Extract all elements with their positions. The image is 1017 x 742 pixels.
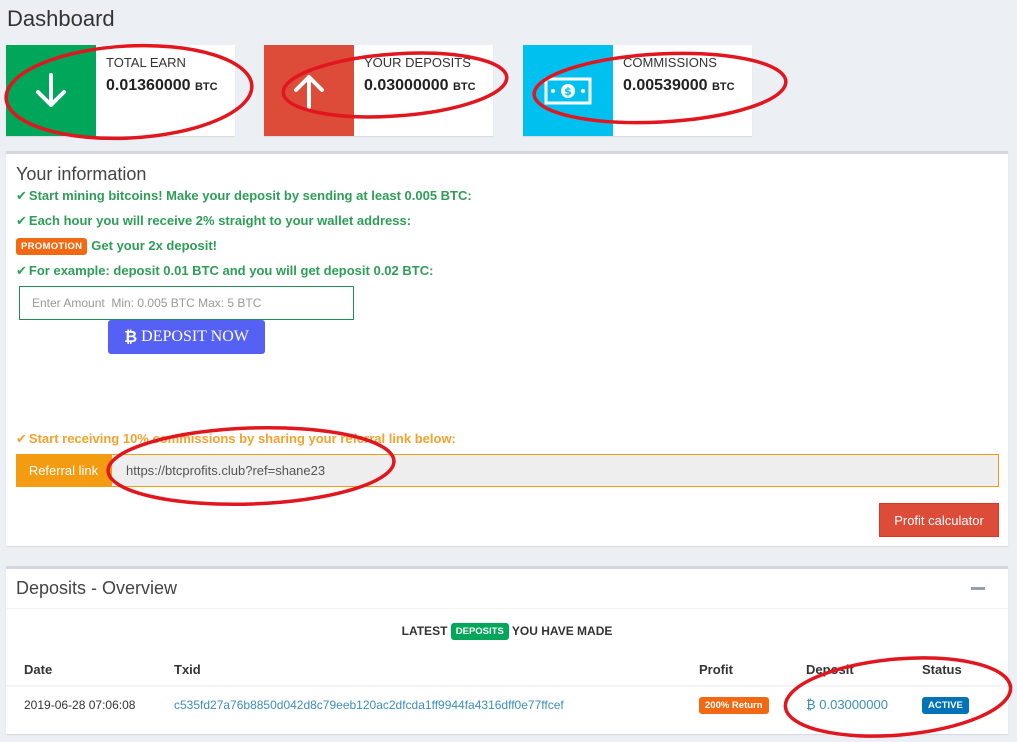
column-header-profit: Profit bbox=[691, 654, 798, 687]
cell-txid[interactable]: c535fd27a76b8850d042d8c79eeb120ac2dfcda1… bbox=[166, 686, 691, 723]
check-icon: ✔ bbox=[16, 263, 27, 278]
info-box-total-earn: TOTAL EARN 0.01360000 BTC bbox=[6, 45, 235, 136]
info-box-commissions: $ COMMISSIONS 0.00539000 BTC bbox=[523, 45, 752, 136]
info-box-label: YOUR DEPOSITS bbox=[364, 55, 471, 70]
txid-link[interactable]: c535fd27a76b8850d042d8c79eeb120ac2dfcda1… bbox=[174, 698, 564, 712]
referral-link-label: Referral link bbox=[16, 454, 111, 487]
panel-title: Deposits - Overview bbox=[16, 578, 178, 598]
cell-date: 2019-06-28 07:06:08 bbox=[24, 698, 136, 712]
deposits-overview-panel: Deposits - Overview LATEST DEPOSITS YOU … bbox=[6, 566, 1008, 734]
column-header-deposit: Deposit bbox=[798, 654, 914, 687]
referral-link-group: Referral link bbox=[16, 454, 999, 487]
deposits-panel-header: Deposits - Overview bbox=[6, 569, 1008, 609]
info-line-example: ✔ For example: deposit 0.01 BTC and you w… bbox=[16, 263, 434, 278]
arrow-up-icon bbox=[264, 45, 354, 136]
page-title: Dashboard bbox=[7, 6, 115, 31]
info-box-value: 0.01360000 BTC bbox=[106, 77, 218, 94]
bitcoin-icon: ₿ bbox=[124, 327, 138, 346]
info-box-value: 0.03000000 BTC bbox=[364, 77, 476, 94]
info-box-value: 0.00539000 BTC bbox=[623, 77, 735, 94]
referral-link-input[interactable] bbox=[111, 454, 999, 487]
info-line-start-mining: ✔ Start mining bitcoins! Make your deposi… bbox=[16, 188, 472, 203]
info-box-label: COMMISSIONS bbox=[623, 55, 717, 70]
info-box-your-deposits: YOUR DEPOSITS 0.03000000 BTC bbox=[264, 45, 493, 136]
status-badge: ACTIVE bbox=[922, 696, 969, 714]
cell-status: ACTIVE bbox=[914, 686, 1008, 723]
money-bill-icon: $ bbox=[523, 45, 613, 136]
svg-text:$: $ bbox=[564, 85, 572, 98]
collapse-minus-icon[interactable] bbox=[971, 587, 985, 590]
check-icon: ✔ bbox=[16, 188, 27, 203]
your-information-panel: Your information ✔ Start mining bitcoins!… bbox=[6, 151, 1008, 546]
deposit-now-button[interactable]: ₿ DEPOSIT NOW bbox=[108, 320, 265, 354]
deposits-table: Date Txid Profit Deposit Status 2019-06-… bbox=[6, 654, 1008, 723]
column-header-txid: Txid bbox=[166, 654, 691, 687]
table-row: 2019-06-28 07:06:08 c535fd27a76b8850d042… bbox=[6, 686, 1008, 723]
profit-calculator-button[interactable]: Profit calculator bbox=[879, 503, 999, 537]
deposit-amount-input[interactable] bbox=[19, 286, 354, 320]
arrow-down-icon bbox=[6, 45, 96, 136]
panel-title: Your information bbox=[16, 164, 147, 184]
info-line-hourly: ✔ Each hour you will receive 2% straight … bbox=[16, 213, 412, 228]
bitcoin-icon: ₿ bbox=[806, 698, 816, 713]
latest-deposits-heading: LATEST DEPOSITS YOU HAVE MADE bbox=[401, 623, 613, 640]
check-icon: ✔ bbox=[16, 213, 27, 228]
info-box-label: TOTAL EARN bbox=[106, 55, 186, 70]
promotion-badge: PROMOTION bbox=[16, 238, 88, 255]
referral-info-line: ✔ Start receiving 10% commissions by shar… bbox=[16, 431, 456, 446]
return-badge: 200% Return bbox=[699, 696, 769, 714]
table-header-row: Date Txid Profit Deposit Status bbox=[6, 654, 1008, 687]
info-line-promotion: PROMOTION Get your 2x deposit! bbox=[16, 238, 217, 255]
column-header-status: Status bbox=[914, 654, 1008, 687]
column-header-date: Date bbox=[6, 654, 166, 687]
cell-deposit: ₿ 0.03000000 bbox=[806, 697, 888, 713]
check-icon: ✔ bbox=[16, 431, 27, 446]
cell-profit: 200% Return bbox=[691, 686, 798, 723]
deposits-badge: DEPOSITS bbox=[450, 623, 509, 640]
